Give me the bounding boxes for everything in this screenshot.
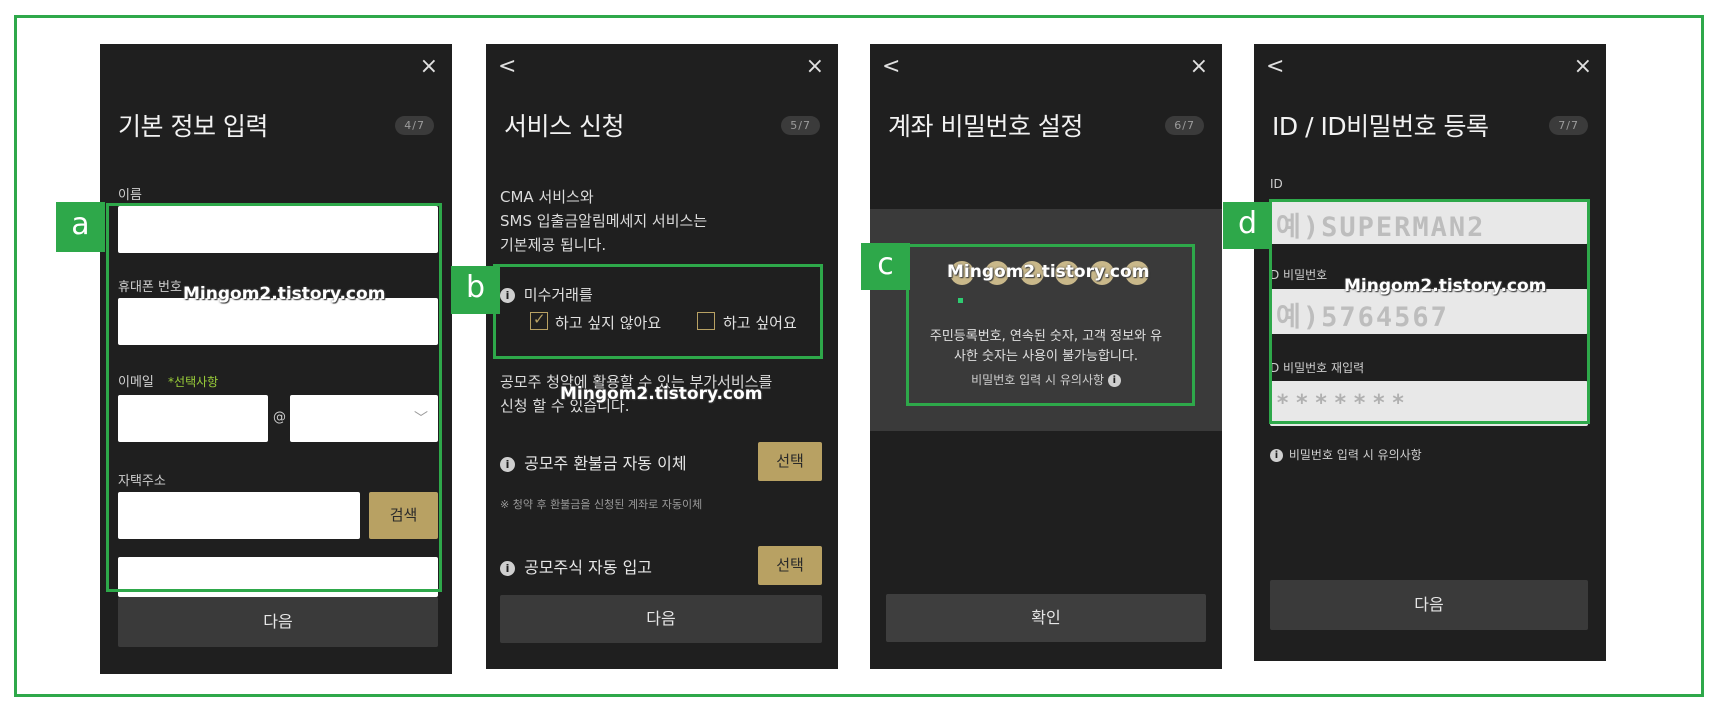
close-icon[interactable]: × (1574, 54, 1592, 79)
refund-transfer-label: i 공모주 환불금 자동 이체 (500, 450, 687, 474)
refund-note: ※ 청약 후 환불금을 신청된 계좌로 자동이체 (500, 498, 703, 511)
service-desc-line: CMA 서비스와 (500, 188, 594, 206)
info-icon[interactable]: i (500, 457, 515, 472)
watermark: Mingom2.tistory.com (947, 262, 1150, 282)
service-desc: CMA 서비스와 SMS 입출금알림메세지 서비스는 기본제공 됩니다. (500, 185, 707, 257)
back-icon[interactable]: < (882, 54, 900, 79)
next-button[interactable]: 다음 (500, 595, 822, 643)
back-icon[interactable]: < (498, 54, 516, 79)
page-title: 기본 정보 입력 (118, 112, 268, 141)
service-desc-line: 기본제공 됩니다. (500, 236, 607, 254)
step-badge: 7/7 (1549, 116, 1588, 135)
close-icon[interactable]: × (806, 54, 824, 79)
tag-b: b (451, 266, 500, 314)
name-label: 이름 (118, 188, 142, 203)
page-title: ID / ID비밀번호 등록 (1272, 112, 1489, 141)
step-badge: 4/7 (395, 116, 434, 135)
id-label: ID (1270, 177, 1283, 191)
watermark: Mingom2.tistory.com (183, 284, 386, 304)
stock-deposit-label: i 공모주식 자동 입고 (500, 554, 652, 578)
tag-c: c (861, 243, 910, 290)
next-button[interactable]: 다음 (118, 597, 438, 647)
tag-d: d (1223, 202, 1272, 249)
next-button[interactable]: 다음 (1270, 580, 1588, 630)
watermark: Mingom2.tistory.com (560, 384, 763, 404)
close-icon[interactable]: × (420, 54, 438, 79)
service-desc-line: SMS 입출금알림메세지 서비스는 (500, 212, 708, 230)
tag-a: a (56, 202, 105, 252)
info-icon[interactable]: i (500, 561, 515, 576)
page-title: 서비스 신청 (504, 112, 624, 141)
highlight-b (493, 264, 823, 359)
confirm-button[interactable]: 확인 (886, 594, 1206, 642)
step-badge: 6/7 (1165, 116, 1204, 135)
stock-select-button[interactable]: 선택 (758, 546, 822, 585)
back-icon[interactable]: < (1266, 54, 1284, 79)
pw-notice-link[interactable]: i 비밀번호 입력 시 유의사항 (1270, 446, 1422, 463)
watermark: Mingom2.tistory.com (1344, 276, 1547, 296)
close-icon[interactable]: × (1190, 54, 1208, 79)
highlight-a (106, 203, 442, 592)
step-badge: 5/7 (781, 116, 820, 135)
refund-select-button[interactable]: 선택 (758, 442, 822, 481)
highlight-d (1269, 199, 1590, 424)
page-title: 계좌 비밀번호 설정 (888, 112, 1083, 141)
info-icon: i (1270, 449, 1283, 462)
